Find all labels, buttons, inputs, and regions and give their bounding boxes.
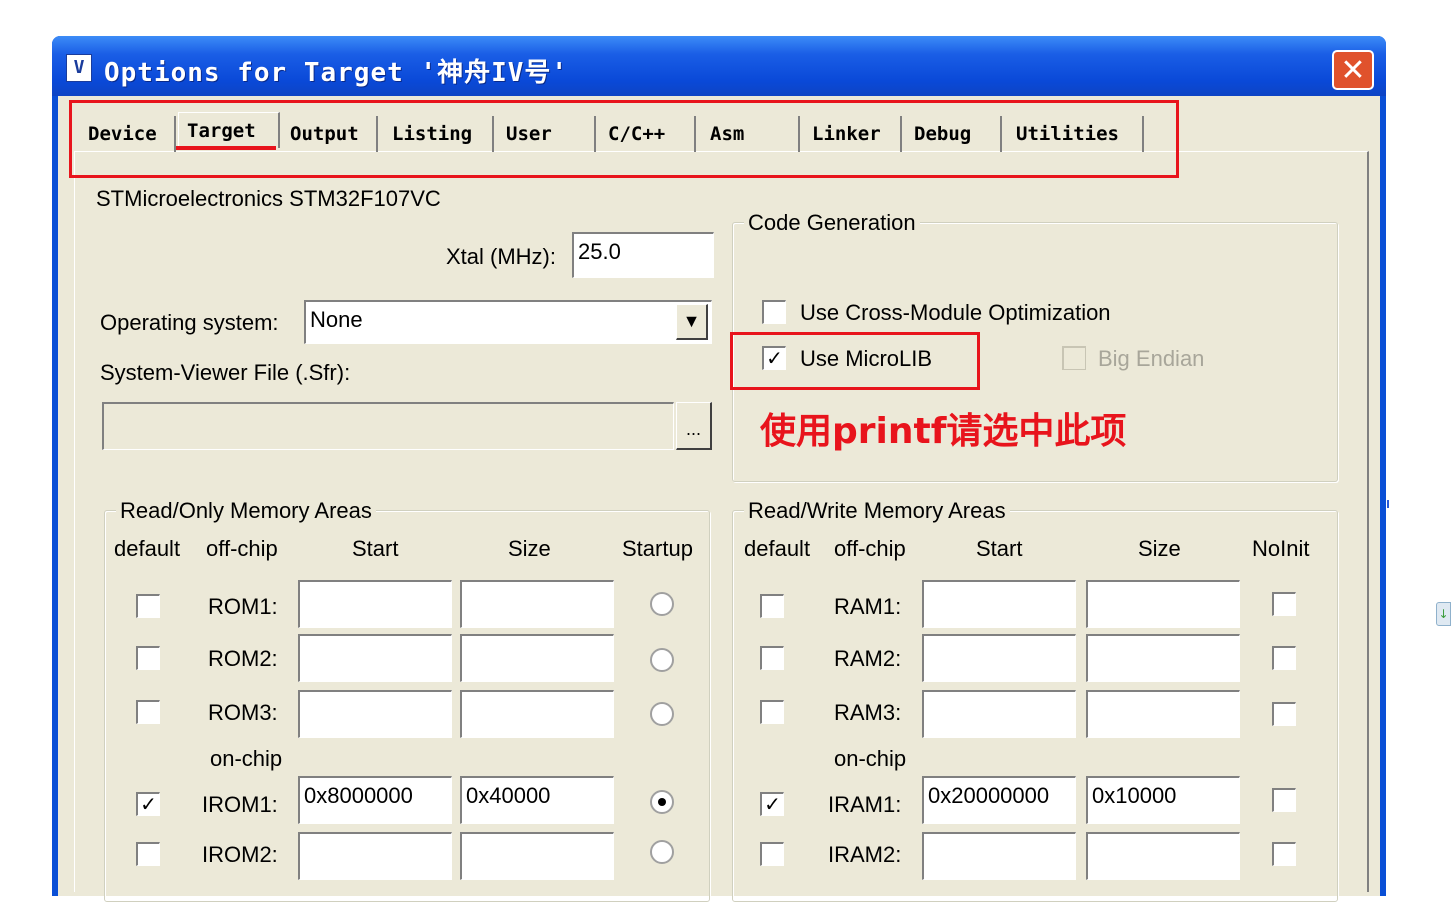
big-endian-label: Big Endian <box>1098 346 1205 371</box>
irom1-default-checkbox[interactable]: ✓ <box>136 792 160 816</box>
sfr-browse-button[interactable]: ... <box>676 402 712 450</box>
big-endian-checkbox[interactable] <box>1062 346 1086 370</box>
sfr-label: System-Viewer File (.Sfr): <box>100 360 351 385</box>
ram-group-title: Read/Write Memory Areas <box>744 498 1010 524</box>
irom1-startup-radio[interactable] <box>650 790 674 814</box>
close-button[interactable]: ✕ <box>1332 50 1374 90</box>
rom1-startup-radio[interactable] <box>650 592 674 616</box>
rom1-default-checkbox[interactable] <box>136 594 160 618</box>
iram2-noinit-checkbox[interactable] <box>1272 842 1296 866</box>
rom1-size-input[interactable] <box>460 580 614 628</box>
ram3-label: RAM3: <box>834 700 902 725</box>
irom1-label: IROM1: <box>202 792 278 817</box>
check-icon: ✓ <box>140 792 157 816</box>
rom3-startup-radio[interactable] <box>650 702 674 726</box>
ram1-noinit-checkbox[interactable] <box>1272 592 1296 616</box>
cross-module-label: Use Cross-Module Optimization <box>800 300 1111 325</box>
rom-header-startup: Startup <box>622 536 693 561</box>
iram2-default-checkbox[interactable] <box>760 842 784 866</box>
rom2-label: ROM2: <box>208 646 278 671</box>
device-name: STMicroelectronics STM32F107VC <box>96 186 441 211</box>
ram3-default-checkbox[interactable] <box>760 700 784 724</box>
ram2-label: RAM2: <box>834 646 902 671</box>
ram3-size-input[interactable] <box>1086 690 1240 738</box>
ram3-noinit-checkbox[interactable] <box>1272 702 1296 726</box>
ram-header-noinit: NoInit <box>1252 536 1310 561</box>
ram1-size-input[interactable] <box>1086 580 1240 628</box>
rom-header-size: Size <box>508 536 551 561</box>
irom2-label: IROM2: <box>202 842 278 867</box>
rom2-default-checkbox[interactable] <box>136 646 160 670</box>
irom2-start-input[interactable] <box>298 832 452 880</box>
irom2-startup-radio[interactable] <box>650 840 674 864</box>
rom-header-start: Start <box>352 536 399 561</box>
ram-onchip-label: on-chip <box>834 746 907 771</box>
xtal-label: Xtal (MHz): <box>446 244 556 269</box>
annotation-tabs-highlight <box>69 100 1179 178</box>
rom2-size-input[interactable] <box>460 634 614 682</box>
os-select-value: None <box>310 307 363 332</box>
iram2-size-input[interactable] <box>1086 832 1240 880</box>
irom2-default-checkbox[interactable] <box>136 842 160 866</box>
irom1-size-input[interactable]: 0x40000 <box>460 776 614 824</box>
ram3-start-input[interactable] <box>922 690 1076 738</box>
rom3-start-input[interactable] <box>298 690 452 738</box>
irom1-start-input[interactable]: 0x8000000 <box>298 776 452 824</box>
ram2-size-input[interactable] <box>1086 634 1240 682</box>
ram-header-offchip: off-chip <box>834 536 906 561</box>
edge-marker <box>1387 500 1389 508</box>
code-generation-title: Code Generation <box>744 210 920 236</box>
os-dropdown-arrow-icon[interactable]: ▼ <box>676 304 708 340</box>
rom3-default-checkbox[interactable] <box>136 700 160 724</box>
window-title: Options for Target '神舟IV号' <box>104 58 569 88</box>
rom-header-default: default <box>114 536 181 561</box>
os-select[interactable]: None <box>304 300 712 344</box>
annotation-printf-note: 使用printf请选中此项 <box>760 411 1127 452</box>
iram1-label: IRAM1: <box>828 792 902 817</box>
ram-header-start: Start <box>976 536 1023 561</box>
ram1-label: RAM1: <box>834 594 902 619</box>
sfr-input[interactable] <box>102 402 674 450</box>
ram2-default-checkbox[interactable] <box>760 646 784 670</box>
ram-header-default: default <box>744 536 811 561</box>
rom-onchip-label: on-chip <box>210 746 283 771</box>
rom1-label: ROM1: <box>208 594 278 619</box>
ram-header-size: Size <box>1138 536 1181 561</box>
rom1-start-input[interactable] <box>298 580 452 628</box>
annotation-microlib-highlight <box>730 332 980 390</box>
annotation-target-underline <box>176 146 276 150</box>
download-arrow-icon[interactable]: ↓ <box>1436 602 1451 626</box>
app-icon: V <box>66 54 92 82</box>
cross-module-checkbox[interactable] <box>762 300 786 324</box>
iram1-size-input[interactable]: 0x10000 <box>1086 776 1240 824</box>
ram2-start-input[interactable] <box>922 634 1076 682</box>
irom2-size-input[interactable] <box>460 832 614 880</box>
rom3-size-input[interactable] <box>460 690 614 738</box>
iram1-start-input[interactable]: 0x20000000 <box>922 776 1076 824</box>
rom2-start-input[interactable] <box>298 634 452 682</box>
xtal-input[interactable]: 25.0 <box>572 232 714 278</box>
ram1-start-input[interactable] <box>922 580 1076 628</box>
iram2-start-input[interactable] <box>922 832 1076 880</box>
rom-group-title: Read/Only Memory Areas <box>116 498 376 524</box>
iram1-default-checkbox[interactable]: ✓ <box>760 792 784 816</box>
rom3-label: ROM3: <box>208 700 278 725</box>
rom-header-offchip: off-chip <box>206 536 278 561</box>
ram1-default-checkbox[interactable] <box>760 594 784 618</box>
iram1-noinit-checkbox[interactable] <box>1272 788 1296 812</box>
os-label: Operating system: <box>100 310 279 335</box>
check-icon: ✓ <box>764 792 781 816</box>
ram2-noinit-checkbox[interactable] <box>1272 646 1296 670</box>
iram2-label: IRAM2: <box>828 842 902 867</box>
rom2-startup-radio[interactable] <box>650 648 674 672</box>
